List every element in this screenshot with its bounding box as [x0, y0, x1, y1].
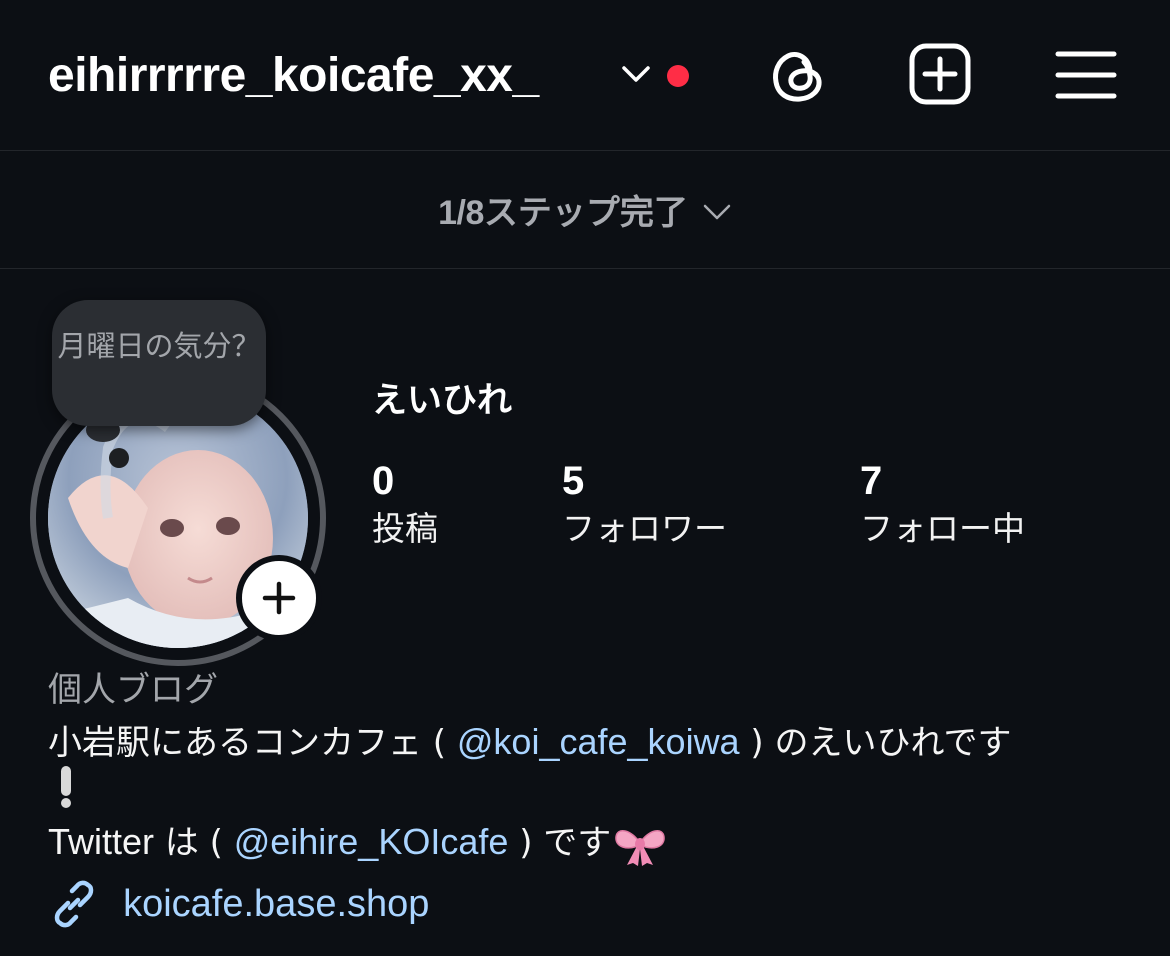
mention-link[interactable]: @eihire_KOIcafe: [234, 821, 509, 862]
bio-line: 小岩駅にあるコンカフェ ( @koi_cafe_koiwa ) のえいひれです: [48, 715, 1011, 764]
website-link-text: koicafe.base.shop: [123, 882, 430, 925]
posts-count: 0 投稿: [372, 458, 438, 554]
following-count-label: フォロー中: [860, 509, 1025, 548]
exclamation-emoji-icon: [61, 765, 71, 808]
bio-line: Twitter は ( @eihire_KOIcafe ) です: [48, 815, 667, 867]
followers-count-value: 5: [562, 459, 585, 503]
following-count-value: 7: [860, 459, 883, 503]
profile-header: eihirrrrre_koicafe_xx_: [0, 0, 1170, 151]
mention-link[interactable]: @koi_cafe_koiwa: [457, 721, 740, 762]
link-icon: [54, 880, 94, 928]
website-link[interactable]: koicafe.base.shop: [48, 878, 429, 934]
create-post-icon[interactable]: [908, 42, 972, 106]
followers-count[interactable]: 5 フォロワー: [562, 458, 727, 554]
followers-count-label: フォロワー: [562, 509, 727, 548]
chevron-down-icon: [703, 204, 731, 219]
posts-count-label: 投稿: [372, 509, 438, 548]
chevron-down-icon[interactable]: [620, 62, 652, 86]
note-text: 月曜日の気分？: [57, 329, 261, 363]
menu-icon[interactable]: [1054, 42, 1118, 106]
steps-count: 1/8: [438, 194, 484, 232]
following-count[interactable]: 7 フォロー中: [860, 458, 1025, 554]
profile-steps-bar[interactable]: 1/8ステップ完了: [0, 151, 1170, 269]
add-story-button[interactable]: [236, 555, 322, 641]
bio-line: [48, 765, 72, 808]
note-bubble-tail: [109, 448, 129, 468]
profile-category: 個人ブログ: [48, 670, 218, 710]
posts-count-value: 0: [372, 459, 395, 503]
username-title[interactable]: eihirrrrre_koicafe_xx_: [48, 48, 539, 103]
bio-text: Twitter: [48, 821, 155, 862]
ribbon-icon: [615, 829, 666, 866]
steps-label: ステップ完了: [483, 193, 688, 233]
notification-dot: [667, 65, 689, 87]
plus-icon: [262, 581, 296, 615]
display-name: えいひれ: [372, 381, 513, 421]
bio-text: は (: [154, 823, 234, 863]
bio-text: ) です: [508, 823, 612, 863]
bio-text: 小岩駅にあるコンカフェ (: [48, 723, 457, 763]
threads-icon[interactable]: [766, 42, 830, 106]
bio-text: ) のえいひれです: [739, 723, 1012, 763]
